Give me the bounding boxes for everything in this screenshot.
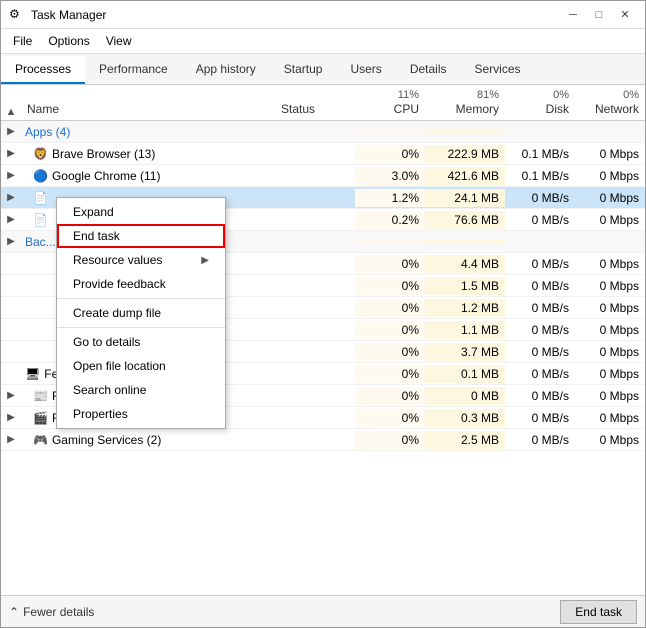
chevron-up-icon: ⌃ — [9, 605, 19, 619]
app-icon: ⚙ — [9, 7, 25, 23]
menu-options[interactable]: Options — [40, 31, 97, 51]
menu-file[interactable]: File — [5, 31, 40, 51]
fewer-details-button[interactable]: ⌃ Fewer details — [9, 605, 94, 619]
app-icon-selected: 📄 — [33, 191, 48, 205]
window-title: Task Manager — [31, 8, 106, 22]
maximize-button[interactable]: □ — [587, 5, 611, 25]
end-task-button[interactable]: End task — [560, 600, 637, 624]
tab-users[interactable]: Users — [336, 56, 395, 84]
title-bar: ⚙ Task Manager ─ □ ✕ — [1, 1, 645, 29]
close-button[interactable]: ✕ — [613, 5, 637, 25]
app-icon-4: 📄 — [33, 213, 48, 227]
tab-services[interactable]: Services — [461, 56, 535, 84]
sort-col: ▲ — [1, 104, 21, 120]
ctx-expand[interactable]: Expand — [57, 200, 225, 224]
col-header-net[interactable]: 0% Network — [575, 85, 645, 120]
tab-startup[interactable]: Startup — [270, 56, 337, 84]
ctx-open-file-location[interactable]: Open file location — [57, 354, 225, 378]
tab-processes[interactable]: Processes — [1, 56, 85, 84]
tab-app-history[interactable]: App history — [182, 56, 270, 84]
tab-bar: Processes Performance App history Startu… — [1, 54, 645, 85]
menu-bar: File Options View — [1, 29, 645, 54]
table-row[interactable]: ▶ Apps (4) — [1, 121, 645, 143]
ctx-separator — [57, 298, 225, 299]
app-icon-gaming: 🎮 — [33, 433, 48, 447]
ctx-create-dump[interactable]: Create dump file — [57, 301, 225, 325]
task-manager-window: ⚙ Task Manager ─ □ ✕ File Options View P… — [0, 0, 646, 628]
ctx-provide-feedback[interactable]: Provide feedback — [57, 272, 225, 296]
title-bar-left: ⚙ Task Manager — [9, 7, 106, 23]
expand-icon[interactable]: ▶ — [1, 126, 21, 137]
ctx-separator-2 — [57, 327, 225, 328]
col-header-mem[interactable]: 81% Memory — [425, 85, 505, 120]
tab-performance[interactable]: Performance — [85, 56, 182, 84]
ctx-resource-values[interactable]: Resource values ▶ — [57, 248, 225, 272]
col-header-disk[interactable]: 0% Disk — [505, 85, 575, 120]
minimize-button[interactable]: ─ — [561, 5, 585, 25]
ctx-properties[interactable]: Properties — [57, 402, 225, 426]
col-header-cpu[interactable]: 11% CPU — [355, 85, 425, 120]
context-menu: Expand End task Resource values ▶ Provid… — [56, 197, 226, 429]
app-icon-features: 🖥 — [25, 367, 40, 381]
menu-view[interactable]: View — [98, 31, 140, 51]
table-header: ▲ Name Status 11% CPU 81% Memory 0% Disk… — [1, 85, 645, 121]
app-icon-brave: 🦁 — [33, 147, 48, 161]
bottom-bar: ⌃ Fewer details End task — [1, 595, 645, 627]
group-name: Apps (4) — [21, 123, 275, 141]
table-row[interactable]: ▶ 🦁 Brave Browser (13) 0% 222.9 MB 0.1 M… — [1, 143, 645, 165]
expand-icon[interactable]: ▶ — [1, 236, 21, 247]
app-icon-chrome: 🔵 — [33, 169, 48, 183]
ctx-go-to-details[interactable]: Go to details — [57, 330, 225, 354]
ctx-end-task[interactable]: End task — [57, 224, 225, 248]
table-row[interactable]: ▶ 🎮 Gaming Services (2) 0% 2.5 MB 0 MB/s… — [1, 429, 645, 451]
tab-details[interactable]: Details — [396, 56, 461, 84]
table-row[interactable]: ▶ 🔵 Google Chrome (11) 3.0% 421.6 MB 0.1… — [1, 165, 645, 187]
sort-arrow-icon: ▲ — [6, 106, 17, 118]
app-icon-films: 🎬 — [33, 411, 48, 425]
col-header-name[interactable]: Name — [21, 98, 275, 120]
ctx-search-online[interactable]: Search online — [57, 378, 225, 402]
col-header-status[interactable]: Status — [275, 98, 355, 120]
title-bar-controls: ─ □ ✕ — [561, 5, 637, 25]
content-area: ▲ Name Status 11% CPU 81% Memory 0% Disk… — [1, 85, 645, 595]
app-icon-feeds: 📰 — [33, 389, 48, 403]
submenu-arrow-icon: ▶ — [201, 255, 209, 266]
